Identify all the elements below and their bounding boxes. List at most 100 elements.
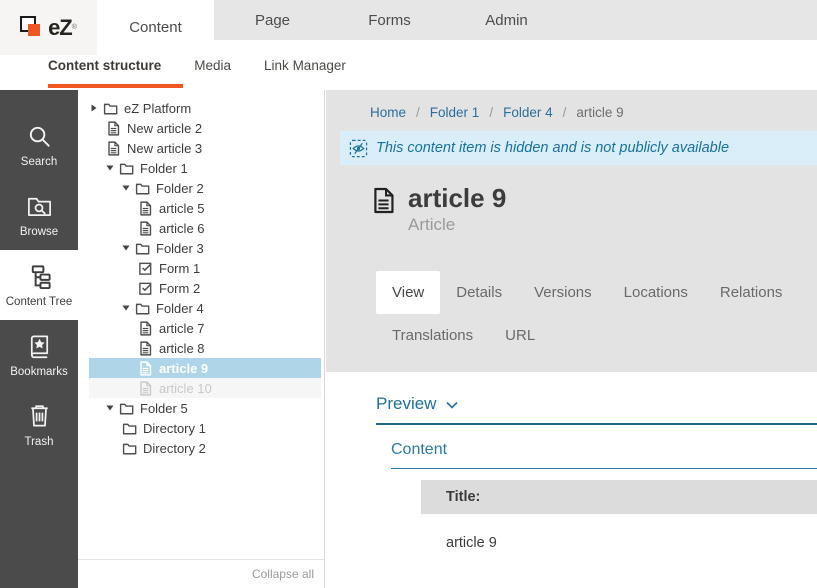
logo-text: eZ — [48, 15, 72, 41]
tab-locations[interactable]: Locations — [608, 271, 704, 314]
tree-item-label: article 8 — [159, 341, 205, 356]
ez-logo-icon — [20, 15, 44, 40]
folder-icon — [119, 161, 134, 176]
page-title: article 9 — [408, 183, 506, 213]
tree-item-new-article-2[interactable]: New article 2 — [89, 118, 321, 138]
breadcrumb-home[interactable]: Home — [370, 105, 406, 120]
tree-item-label: article 7 — [159, 321, 205, 336]
tree-item-folder-1[interactable]: Folder 1 — [89, 158, 321, 178]
main-nav-tab-page[interactable]: Page — [214, 0, 331, 40]
tree-item-label: Folder 2 — [156, 181, 204, 196]
article-icon — [138, 381, 153, 396]
content-header-area: Home/Folder 1/Folder 4/article 9 This co… — [326, 90, 817, 372]
folder-icon — [119, 401, 134, 416]
breadcrumb-separator: / — [416, 105, 420, 120]
tree-item-article-8[interactable]: article 8 — [89, 338, 321, 358]
tab-details[interactable]: Details — [440, 271, 518, 314]
tree-item-folder-2[interactable]: Folder 2 — [89, 178, 321, 198]
tree-item-label: Directory 2 — [143, 441, 206, 456]
tab-view-panel: Preview Content Title:article 9 — [326, 372, 817, 588]
content-type-label: Article — [408, 213, 506, 237]
sidebar-item-label: Bookmarks — [10, 366, 68, 378]
sidebar-item-bookmarks[interactable]: Bookmarks — [0, 320, 78, 390]
tree-item-label: article 5 — [159, 201, 205, 216]
tree-item-directory-1[interactable]: Directory 1 — [89, 418, 321, 438]
secondary-nav-link-manager[interactable]: Link Manager — [264, 40, 346, 90]
field-label: Title: — [421, 480, 817, 514]
tree-item-label: article 9 — [159, 361, 208, 376]
tree-item-form-2[interactable]: Form 2 — [89, 278, 321, 298]
tab-view[interactable]: View — [376, 271, 440, 314]
article-icon — [138, 321, 153, 336]
breadcrumb-separator: / — [563, 105, 567, 120]
content-tabs: ViewDetailsVersionsLocationsRelations Tra… — [376, 271, 817, 357]
folder-icon — [135, 181, 150, 196]
search-icon — [26, 122, 53, 150]
collapse-all-button[interactable]: Collapse all — [78, 559, 324, 588]
article-icon — [106, 141, 121, 156]
tree-item-form-1[interactable]: Form 1 — [89, 258, 321, 278]
folder-icon — [103, 101, 118, 116]
trash-icon — [26, 402, 53, 430]
content-tree-panel: eZ Platform New article 2 New article 3 Fol… — [78, 90, 325, 588]
bookmarks-icon — [26, 332, 53, 360]
tab-translations[interactable]: Translations — [376, 314, 489, 357]
breadcrumb-folder-4[interactable]: Folder 4 — [503, 105, 553, 120]
folder-icon — [135, 241, 150, 256]
tree-item-label: Folder 1 — [140, 161, 188, 176]
tree-item-article-5[interactable]: article 5 — [89, 198, 321, 218]
content-tree: eZ Platform New article 2 New article 3 Fol… — [78, 98, 324, 458]
folder-icon — [122, 441, 137, 456]
sidebar-item-search[interactable]: Search — [0, 110, 78, 180]
tree-item-label: article 6 — [159, 221, 205, 236]
folder-icon — [135, 301, 150, 316]
main-nav-tab-admin[interactable]: Admin — [448, 0, 565, 40]
expand-arrow-icon[interactable] — [90, 104, 103, 112]
expand-arrow-icon[interactable] — [106, 164, 119, 172]
tree-item-article-10[interactable]: article 10 — [89, 378, 321, 398]
tab-relations[interactable]: Relations — [704, 271, 799, 314]
tree-item-ez-platform[interactable]: eZ Platform — [89, 98, 321, 118]
browse-icon — [26, 192, 53, 220]
main-nav-tab-forms[interactable]: Forms — [331, 0, 448, 40]
tree-item-label: Folder 4 — [156, 301, 204, 316]
tree-item-folder-5[interactable]: Folder 5 — [89, 398, 321, 418]
article-icon — [370, 183, 397, 237]
expand-arrow-icon[interactable] — [122, 184, 135, 192]
tree-item-new-article-3[interactable]: New article 3 — [89, 138, 321, 158]
tree-item-label: New article 2 — [127, 121, 202, 136]
expand-arrow-icon[interactable] — [106, 404, 119, 412]
tree-item-label: Folder 3 — [156, 241, 204, 256]
sidebar-item-browse[interactable]: Browse — [0, 180, 78, 250]
tree-item-label: article 10 — [159, 381, 212, 396]
expand-arrow-icon[interactable] — [122, 244, 135, 252]
breadcrumb-article-9: article 9 — [576, 105, 623, 120]
tree-item-label: eZ Platform — [124, 101, 191, 116]
sidebar-item-content-tree[interactable]: Content Tree — [0, 250, 78, 320]
tree-item-label: Folder 5 — [140, 401, 188, 416]
form-icon — [138, 281, 153, 296]
tree-item-article-9[interactable]: article 9 — [89, 358, 321, 378]
tree-item-folder-3[interactable]: Folder 3 — [89, 238, 321, 258]
main-content: Home/Folder 1/Folder 4/article 9 This co… — [326, 90, 817, 588]
preview-section-toggle[interactable]: Preview — [376, 394, 817, 414]
tree-item-directory-2[interactable]: Directory 2 — [89, 438, 321, 458]
preview-divider — [376, 423, 817, 425]
tree-item-folder-4[interactable]: Folder 4 — [89, 298, 321, 318]
content-section-heading: Content — [391, 439, 817, 460]
field-value: article 9 — [421, 514, 817, 571]
breadcrumb: Home/Folder 1/Folder 4/article 9 — [370, 105, 817, 120]
article-icon — [138, 341, 153, 356]
tree-item-article-6[interactable]: article 6 — [89, 218, 321, 238]
expand-arrow-icon[interactable] — [122, 304, 135, 312]
ez-logo[interactable]: eZ ® — [0, 0, 97, 55]
tree-item-label: Form 1 — [159, 261, 200, 276]
breadcrumb-folder-1[interactable]: Folder 1 — [430, 105, 480, 120]
sidebar-item-trash[interactable]: Trash — [0, 390, 78, 460]
tab-versions[interactable]: Versions — [518, 271, 608, 314]
tree-item-article-7[interactable]: article 7 — [89, 318, 321, 338]
tab-url[interactable]: URL — [489, 314, 551, 357]
field-table: Title:article 9 — [421, 480, 817, 571]
main-nav-tab-content[interactable]: Content — [97, 0, 214, 55]
tree-item-label: New article 3 — [127, 141, 202, 156]
